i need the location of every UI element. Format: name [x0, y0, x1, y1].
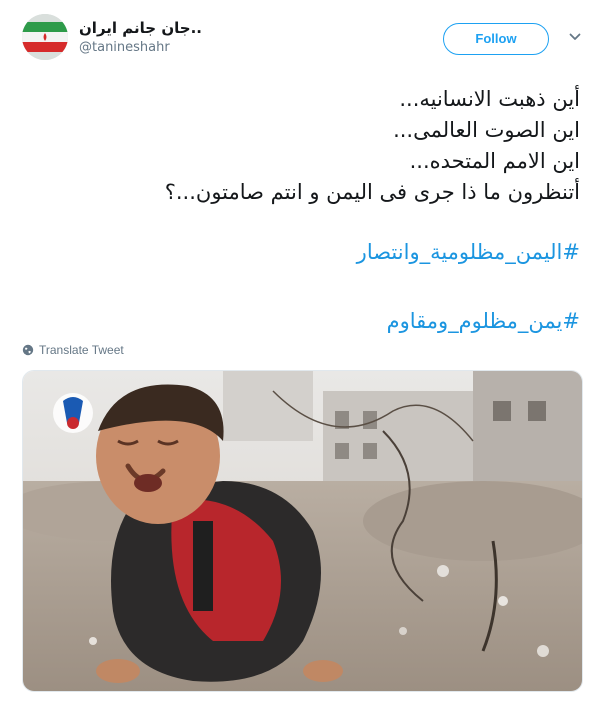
tweet-photo[interactable]	[22, 370, 583, 692]
tweet-line: أين ذهبت الانسانيه...	[399, 87, 580, 111]
hashtag-link[interactable]: #اليمن_مظلومية_وانتصار	[357, 240, 580, 264]
chevron-down-icon[interactable]	[567, 29, 583, 45]
avatar[interactable]	[22, 14, 68, 60]
translate-label: Translate Tweet	[39, 343, 124, 357]
tweet-text: أين ذهبت الانسانيه... اين الصوت العالمى.…	[20, 84, 580, 208]
author-display-name[interactable]: ..جان جانم ایران	[79, 19, 202, 37]
author-names: ..جان جانم ایران @tanineshahr	[79, 19, 202, 55]
author-handle[interactable]: @tanineshahr	[79, 40, 202, 55]
translate-tweet-link[interactable]: Translate Tweet	[22, 343, 124, 357]
globe-icon	[22, 344, 34, 356]
tweet-line: أتنظرون ما ذا جرى فى اليمن و انتم صامتون…	[164, 180, 580, 204]
avatar-flag-image	[22, 14, 68, 60]
hashtag-link[interactable]: #يمن_مظلوم_ومقاوم	[387, 309, 580, 333]
tweet-header: ..جان جانم ایران @tanineshahr Follow	[22, 14, 584, 66]
photo-crying-child	[23, 371, 582, 691]
tweet-line: اين الامم المتحده...	[409, 149, 580, 173]
follow-button[interactable]: Follow	[443, 23, 549, 55]
tweet-line: اين الصوت العالمى...	[393, 118, 580, 142]
